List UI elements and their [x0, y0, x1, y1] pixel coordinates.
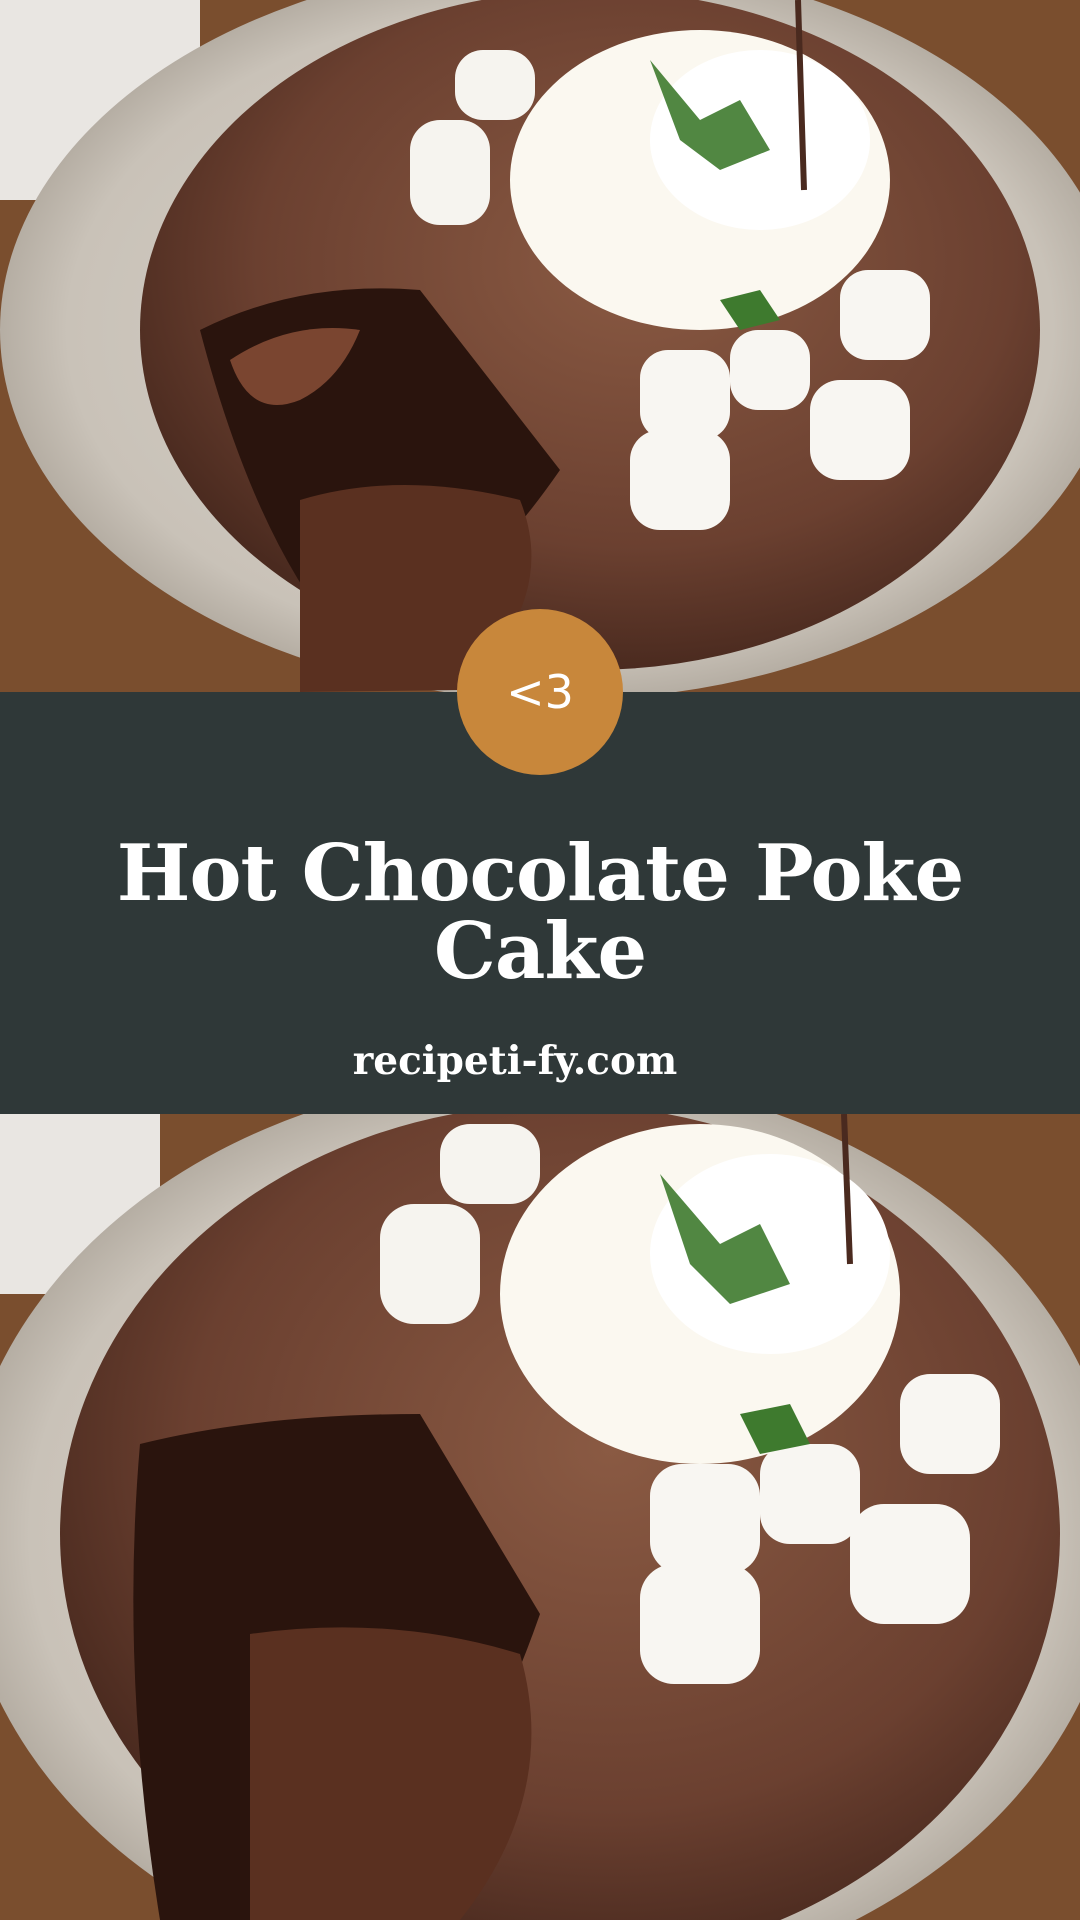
cake-photo-top	[0, 0, 1080, 692]
site-url: recipeti-fy.com	[352, 1038, 678, 1084]
heart-badge[interactable]: <3	[457, 609, 623, 775]
cake-image	[0, 1114, 1080, 1920]
cake-image	[0, 0, 1080, 692]
page-title: Hot Chocolate Poke Cake	[116, 828, 964, 997]
cake-photo-bottom	[0, 1114, 1080, 1920]
